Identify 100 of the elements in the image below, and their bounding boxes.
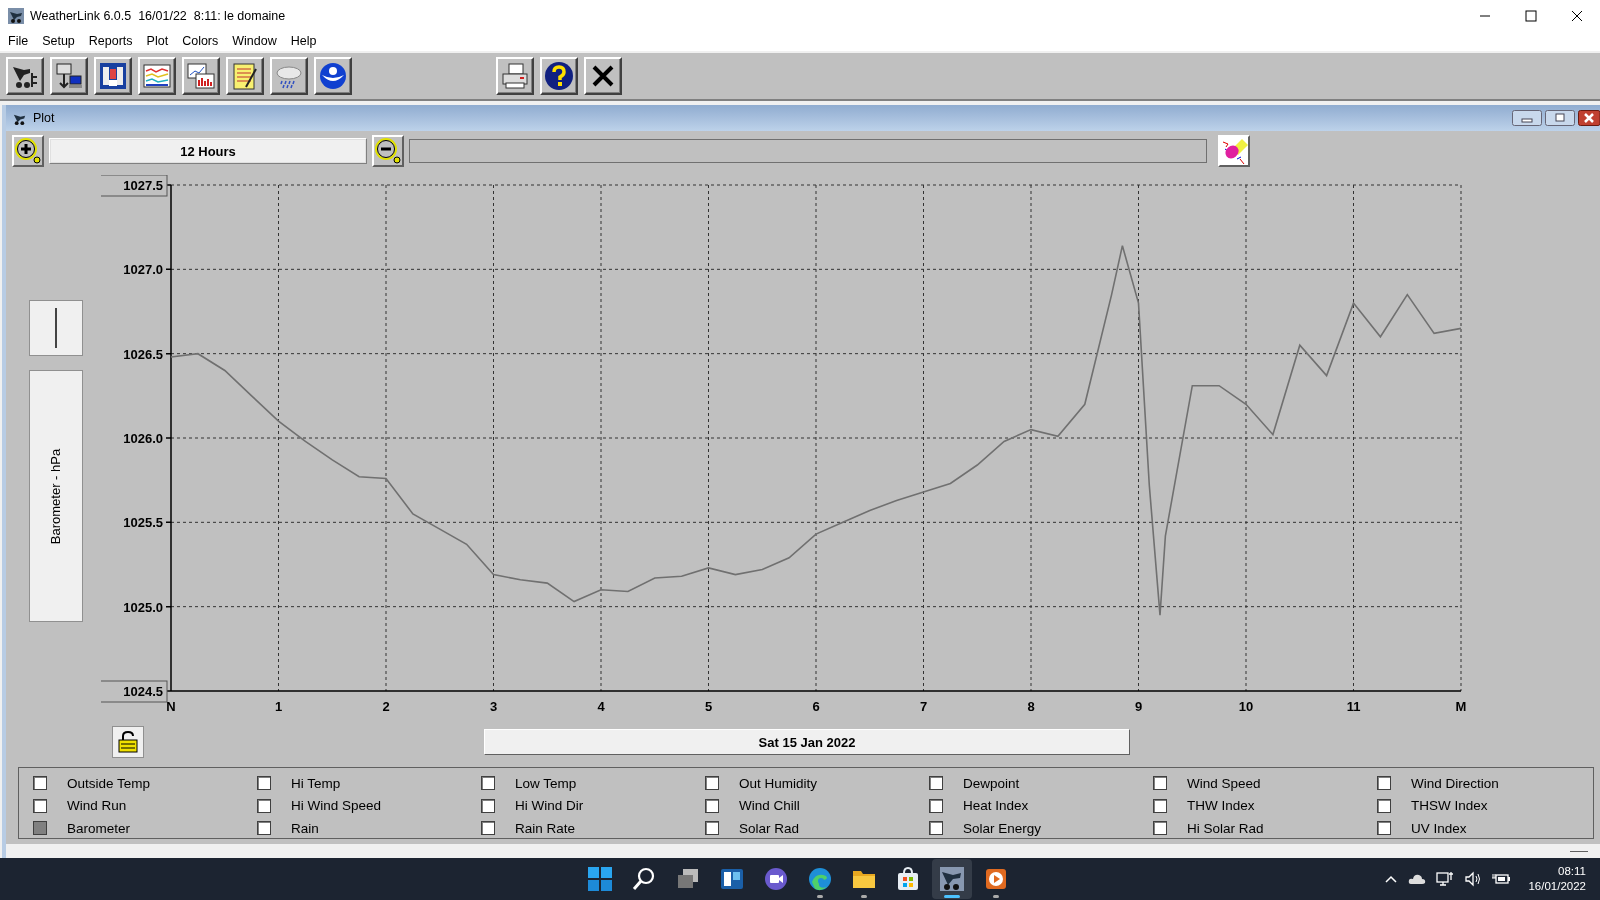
checkbox[interactable] bbox=[33, 798, 47, 813]
time-range-field[interactable]: 12 Hours bbox=[49, 138, 367, 164]
checkbox[interactable] bbox=[1377, 798, 1391, 813]
clock-date[interactable]: 16/01/2022 bbox=[1528, 879, 1586, 894]
checkbox[interactable] bbox=[1153, 776, 1167, 791]
store-icon bbox=[895, 866, 921, 892]
x-tick-label: 9 bbox=[1134, 699, 1143, 714]
checkbox[interactable] bbox=[257, 821, 271, 836]
checkbox[interactable] bbox=[1377, 776, 1391, 791]
checkbox[interactable] bbox=[929, 798, 943, 813]
toolbar-button[interactable] bbox=[6, 57, 44, 95]
legend-label: Out Humidity bbox=[739, 775, 818, 791]
eraser-icon bbox=[1220, 137, 1248, 165]
x-tick-label: 5 bbox=[704, 699, 713, 714]
legend-label: THSW Index bbox=[1411, 798, 1488, 814]
legend-label: UV Index bbox=[1411, 820, 1467, 836]
menu-item[interactable]: Setup bbox=[42, 34, 75, 48]
y-tick-label: 1027.0 bbox=[123, 262, 163, 278]
toolbar-button[interactable] bbox=[314, 57, 352, 95]
cloud-icon[interactable] bbox=[1408, 872, 1427, 886]
toolbar-button[interactable] bbox=[50, 57, 88, 95]
search-icon bbox=[631, 866, 657, 892]
exit-button[interactable] bbox=[584, 57, 622, 95]
x-tick-label: 2 bbox=[382, 699, 390, 714]
legend-label: Wind Speed bbox=[1187, 775, 1261, 791]
checkbox[interactable] bbox=[481, 821, 495, 836]
maximize-button[interactable] bbox=[1525, 9, 1537, 22]
print-button[interactable] bbox=[496, 57, 534, 95]
toolbar-button[interactable] bbox=[94, 57, 132, 95]
legend-label: Barometer bbox=[67, 820, 131, 836]
checkbox[interactable] bbox=[481, 776, 495, 791]
checkbox[interactable] bbox=[929, 776, 943, 791]
legend-label: Low Temp bbox=[515, 775, 577, 791]
legend-label: THW Index bbox=[1187, 798, 1255, 814]
menu-item[interactable]: Reports bbox=[88, 34, 133, 48]
checkbox[interactable] bbox=[1377, 821, 1391, 836]
battery-charging-icon[interactable] bbox=[1492, 871, 1513, 887]
x-tick-label: 7 bbox=[919, 699, 928, 714]
zoom-in-icon bbox=[14, 137, 42, 165]
taskbar-button[interactable] bbox=[932, 859, 972, 899]
slider-handle[interactable] bbox=[29, 300, 83, 356]
volume-icon[interactable] bbox=[1464, 871, 1483, 887]
network-icon[interactable] bbox=[1436, 871, 1455, 887]
toolbar-button[interactable] bbox=[138, 57, 176, 95]
toolbar-button[interactable] bbox=[182, 57, 220, 95]
x-tick-label: 1 bbox=[274, 699, 283, 714]
widgets-icon bbox=[719, 866, 745, 892]
zoom-out-button[interactable] bbox=[372, 135, 404, 167]
erase-button[interactable] bbox=[1218, 135, 1250, 167]
legend-label: Dewpoint bbox=[963, 775, 1020, 791]
checkbox[interactable] bbox=[33, 776, 47, 791]
app-icon bbox=[8, 7, 24, 24]
menu-item[interactable]: File bbox=[8, 34, 29, 48]
checkbox[interactable] bbox=[705, 776, 719, 791]
media-player-icon bbox=[983, 866, 1009, 892]
menu-item[interactable]: Help bbox=[290, 34, 317, 48]
checkbox[interactable] bbox=[257, 776, 271, 791]
close-button[interactable] bbox=[1578, 110, 1600, 126]
checkbox[interactable] bbox=[1153, 821, 1167, 836]
checkbox[interactable] bbox=[1153, 798, 1167, 813]
menu-item[interactable]: Plot bbox=[146, 34, 169, 48]
restore-button[interactable] bbox=[1545, 110, 1575, 126]
zoom-in-button[interactable] bbox=[12, 135, 44, 167]
window-title: Plot bbox=[33, 111, 55, 125]
checkbox[interactable] bbox=[705, 798, 719, 813]
date-button[interactable]: Sat 15 Jan 2022 bbox=[484, 729, 1130, 755]
x-tick-label: 11 bbox=[1346, 699, 1361, 714]
legend-label: Hi Solar Rad bbox=[1187, 820, 1264, 836]
axis-limit-field[interactable]: 1024.5 bbox=[101, 680, 168, 703]
legend-label: Hi Wind Speed bbox=[291, 798, 382, 814]
help-icon bbox=[544, 61, 574, 91]
bird-emblem-icon bbox=[318, 61, 348, 91]
printer-icon bbox=[500, 61, 530, 91]
menu-item[interactable]: Window bbox=[232, 34, 277, 48]
clock-time[interactable]: 08:11 bbox=[1558, 864, 1586, 879]
checkbox[interactable] bbox=[705, 821, 719, 836]
help-button[interactable] bbox=[540, 57, 578, 95]
lock-icon bbox=[116, 730, 140, 754]
axis-limit-field[interactable]: 1027.5 bbox=[101, 175, 168, 197]
checkbox[interactable] bbox=[481, 798, 495, 813]
toolbar-button[interactable] bbox=[226, 57, 264, 95]
chat-icon bbox=[763, 866, 789, 892]
zoom-out-icon bbox=[374, 137, 402, 165]
chart-windows-icon bbox=[186, 61, 216, 91]
window-title: WeatherLink 6.0.5 16/01/22 8:11: le domaine bbox=[30, 8, 286, 23]
menu-item[interactable]: Colors bbox=[182, 34, 219, 48]
checkbox[interactable] bbox=[257, 798, 271, 813]
checkbox[interactable] bbox=[929, 821, 943, 836]
checkbox[interactable] bbox=[33, 821, 47, 836]
x-tick-label: 10 bbox=[1238, 699, 1254, 714]
lock-button[interactable] bbox=[112, 726, 144, 758]
toolbar-button[interactable] bbox=[270, 57, 308, 95]
browser-icon bbox=[807, 866, 833, 892]
legend-label: Wind Direction bbox=[1411, 775, 1499, 791]
x-tick-label: 3 bbox=[489, 699, 498, 714]
minimize-button[interactable] bbox=[1512, 110, 1542, 126]
legend-label: Wind Chill bbox=[739, 798, 800, 814]
y-tick-label: 1026.0 bbox=[123, 431, 163, 446]
app-icon bbox=[939, 866, 965, 892]
close-button[interactable] bbox=[1571, 9, 1583, 22]
